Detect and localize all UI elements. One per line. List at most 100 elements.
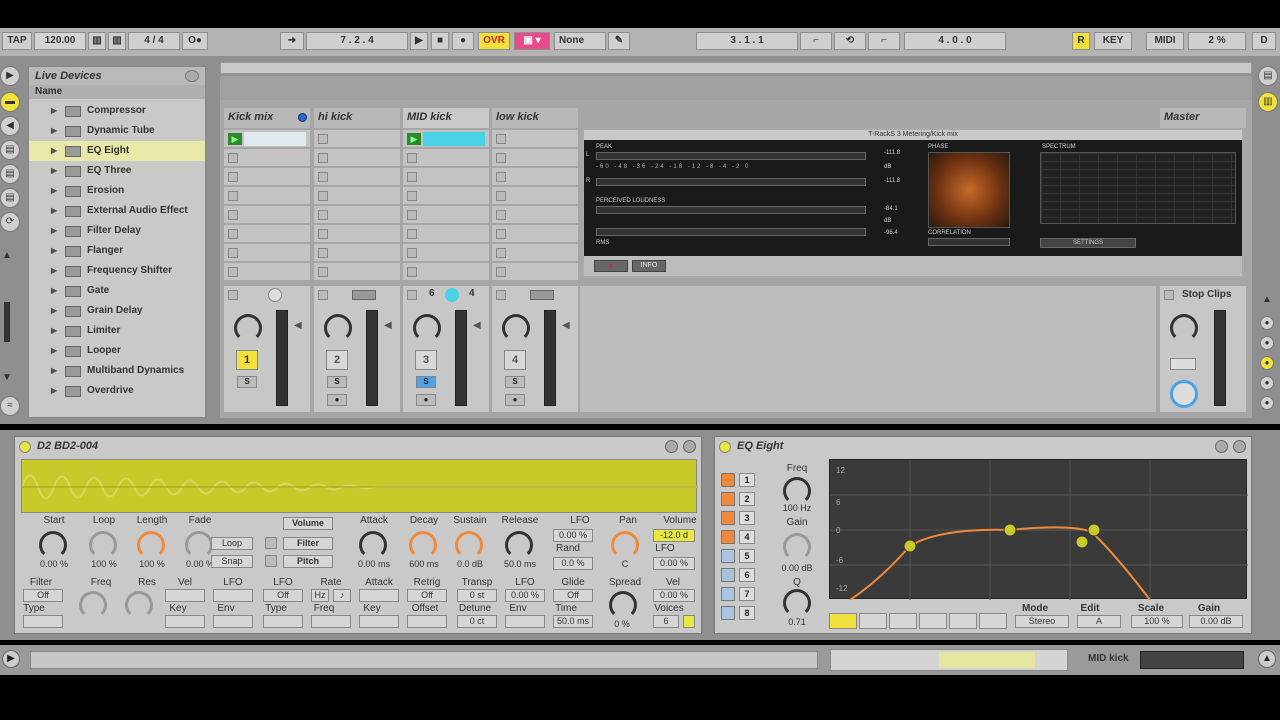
filter-type-dropdown[interactable] bbox=[23, 615, 63, 628]
clip-stop-icon[interactable] bbox=[318, 248, 328, 258]
clip-stop-icon[interactable] bbox=[228, 210, 238, 220]
scroll-up-icon-2[interactable]: ▲ bbox=[1262, 294, 1272, 305]
tap-button[interactable]: TAP bbox=[2, 32, 32, 50]
master-solo-button[interactable] bbox=[1170, 358, 1196, 370]
clip-slot[interactable] bbox=[403, 225, 489, 243]
sends-icon[interactable]: ● bbox=[1260, 336, 1274, 350]
key-field[interactable] bbox=[165, 615, 205, 628]
tempo-field[interactable]: 120.00 bbox=[34, 32, 86, 50]
spread-knob[interactable] bbox=[609, 591, 637, 619]
lfo-amount-field[interactable]: 0.00 % bbox=[553, 529, 593, 542]
clip-slot[interactable] bbox=[314, 168, 400, 186]
expand-icon[interactable]: ▶ bbox=[51, 281, 57, 301]
solo-button[interactable]: S bbox=[327, 376, 347, 388]
band-enable-toggle[interactable] bbox=[721, 492, 735, 506]
device-power-icon[interactable] bbox=[19, 441, 31, 453]
glide-dropdown[interactable]: Off bbox=[553, 589, 593, 602]
volume-arrow-icon[interactable]: ◀ bbox=[562, 320, 570, 331]
midi-map-button[interactable]: MIDI bbox=[1146, 32, 1184, 50]
volume-field[interactable]: -12.0 d bbox=[653, 529, 695, 542]
record-button[interactable]: ● bbox=[452, 32, 474, 50]
nudge-up-button[interactable]: ▥ bbox=[108, 32, 126, 50]
metronome-button[interactable]: O● bbox=[182, 32, 208, 50]
q-knob[interactable] bbox=[783, 589, 811, 617]
retrig-off-button[interactable]: Off bbox=[407, 589, 447, 602]
expand-icon[interactable]: ▶ bbox=[51, 121, 57, 141]
expand-icon[interactable]: ▶ bbox=[51, 361, 57, 381]
name-column-header[interactable]: Name bbox=[29, 85, 205, 99]
follow-button[interactable]: ➜ bbox=[280, 32, 304, 50]
clip-slot[interactable] bbox=[403, 187, 489, 205]
pan-knob[interactable] bbox=[234, 314, 262, 342]
browser-item[interactable]: ▶ Frequency Shifter bbox=[29, 261, 205, 281]
loop-length-field[interactable]: 4 . 0 . 0 bbox=[904, 32, 1006, 50]
filter-off-button[interactable]: Off bbox=[23, 589, 63, 602]
filter-type-bell-icon[interactable] bbox=[889, 613, 917, 629]
freq-knob[interactable] bbox=[783, 477, 811, 505]
band-select-button[interactable]: 5 bbox=[739, 549, 755, 563]
band-select-button[interactable]: 2 bbox=[739, 492, 755, 506]
pan-knob[interactable] bbox=[413, 314, 441, 342]
clip-stop-icon[interactable] bbox=[407, 229, 417, 239]
clip-slot[interactable] bbox=[492, 187, 578, 205]
ovr-button[interactable]: OVR bbox=[478, 32, 510, 50]
sampler-knob[interactable] bbox=[137, 531, 165, 559]
band-enable-toggle[interactable] bbox=[721, 473, 735, 487]
expand-icon[interactable]: ▶ bbox=[51, 101, 57, 121]
arm-button[interactable]: ● bbox=[416, 394, 436, 406]
clip[interactable] bbox=[423, 132, 485, 146]
clip-stop-icon[interactable] bbox=[228, 153, 238, 163]
loop-start-field[interactable]: 3 . 1 . 1 bbox=[696, 32, 798, 50]
band-select-button[interactable]: 1 bbox=[739, 473, 755, 487]
browser-item[interactable]: ▶ Multiband Dynamics bbox=[29, 361, 205, 381]
track-header-master[interactable]: Master bbox=[1160, 108, 1246, 128]
expand-icon[interactable]: ▶ bbox=[51, 241, 57, 261]
eq-display[interactable]: 12 6 0 -6 -12 bbox=[829, 459, 1248, 601]
env-field[interactable] bbox=[213, 615, 253, 628]
expand-icon[interactable]: ▶ bbox=[51, 321, 57, 341]
browser-item[interactable]: ▶ Limiter bbox=[29, 321, 205, 341]
browser-item[interactable]: ▶ Looper bbox=[29, 341, 205, 361]
clip-stop-icon[interactable] bbox=[318, 229, 328, 239]
waveform-display[interactable] bbox=[21, 459, 698, 513]
draw-mode-button[interactable]: ✎ bbox=[608, 32, 630, 50]
band-enable-toggle[interactable] bbox=[721, 511, 735, 525]
browser-item[interactable]: ▶ External Audio Effect bbox=[29, 201, 205, 221]
pan-knob[interactable] bbox=[324, 314, 352, 342]
track-stop-icon[interactable] bbox=[228, 290, 238, 300]
track-activator[interactable]: 3 bbox=[415, 350, 437, 370]
power-button[interactable]: ● bbox=[594, 260, 628, 272]
clip-slot[interactable] bbox=[224, 149, 310, 167]
filter-type-notch-icon[interactable] bbox=[919, 613, 947, 629]
vel-volume-field[interactable]: 0.00 % bbox=[653, 589, 695, 602]
band-enable-toggle[interactable] bbox=[721, 549, 735, 563]
band-select-button[interactable]: 6 bbox=[739, 568, 755, 582]
band-select-button[interactable]: 7 bbox=[739, 587, 755, 601]
glide-time-field[interactable]: 50.0 ms bbox=[553, 615, 593, 628]
device-hotswap-icon[interactable] bbox=[665, 440, 678, 453]
expand-icon[interactable]: ▶ bbox=[51, 381, 57, 401]
clip-stop-icon[interactable] bbox=[407, 267, 417, 277]
lfo-type-dropdown[interactable] bbox=[263, 615, 303, 628]
output-gain-field[interactable]: 0.00 dB bbox=[1189, 615, 1243, 628]
volume-arrow-icon[interactable]: ◀ bbox=[473, 320, 481, 331]
loop-button[interactable]: ⟲ bbox=[834, 32, 866, 50]
expand-icon[interactable]: ▶ bbox=[51, 221, 57, 241]
clip-slot[interactable] bbox=[314, 187, 400, 205]
clip-slot[interactable] bbox=[492, 168, 578, 186]
clip-slot[interactable] bbox=[224, 206, 310, 224]
volume-arrow-icon[interactable]: ◀ bbox=[384, 320, 392, 331]
eq-hotswap-icon[interactable] bbox=[1215, 440, 1228, 453]
clip-slot[interactable] bbox=[492, 263, 578, 281]
band-select-button[interactable]: 8 bbox=[739, 606, 755, 620]
clip-stop-icon[interactable] bbox=[407, 172, 417, 182]
clip-slot[interactable] bbox=[403, 149, 489, 167]
volume-tab-led[interactable] bbox=[265, 537, 277, 549]
clip-stop-icon[interactable] bbox=[496, 210, 506, 220]
arm-button[interactable]: ● bbox=[327, 394, 347, 406]
band-enable-toggle[interactable] bbox=[721, 587, 735, 601]
lfo-field[interactable] bbox=[213, 589, 253, 602]
band-enable-toggle[interactable] bbox=[721, 606, 735, 620]
track-activator[interactable]: 2 bbox=[326, 350, 348, 370]
expand-icon[interactable]: ▶ bbox=[51, 141, 57, 161]
